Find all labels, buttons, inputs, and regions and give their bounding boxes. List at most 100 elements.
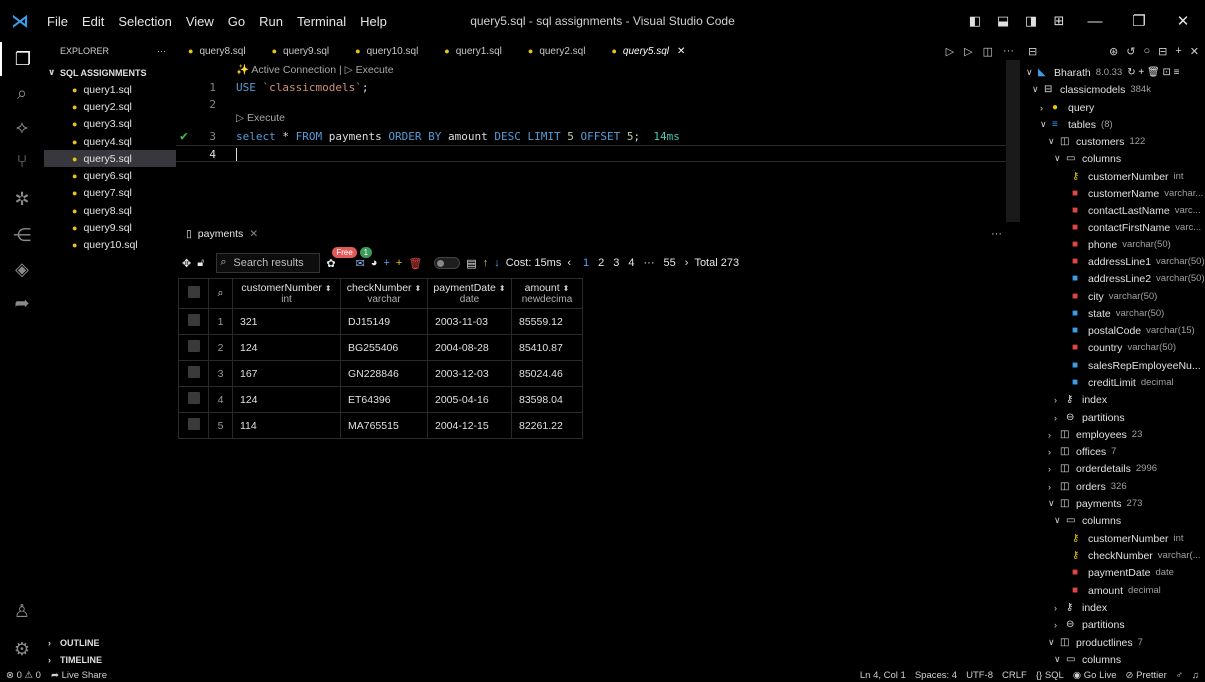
- codelens-active-connection[interactable]: ✨ Active Connection | ▷ Execute: [236, 63, 394, 76]
- menu-file[interactable]: File: [40, 14, 75, 29]
- tab-query10[interactable]: ● query10.sql: [355, 46, 418, 57]
- cell-checknumber[interactable]: GN228846: [340, 360, 428, 387]
- menu-view[interactable]: View: [179, 14, 221, 29]
- add-connection-icon[interactable]: +: [1175, 45, 1181, 58]
- line-ending[interactable]: CRLF: [1002, 670, 1027, 681]
- table-customers[interactable]: ∨ ◫ customers 122: [1048, 133, 1145, 150]
- table-row[interactable]: 5 114 MA765515 2004-12-15 82261.22: [178, 412, 583, 439]
- tab-close-icon[interactable]: ✕: [677, 46, 685, 57]
- row-checkbox-cell[interactable]: [178, 308, 209, 335]
- payments-columns[interactable]: ∨ ▭ columns: [1054, 512, 1121, 529]
- row-checkbox-cell[interactable]: [178, 386, 209, 413]
- checkbox-icon[interactable]: [187, 392, 200, 404]
- row-search-header[interactable]: ⌕: [208, 278, 233, 309]
- tab-query5[interactable]: ● query5.sql ✕: [611, 46, 685, 57]
- select-all-header[interactable]: [178, 278, 209, 309]
- toggle-secondary-sidebar-icon[interactable]: ◨: [1017, 13, 1045, 29]
- connect-icon[interactable]: ⊛: [1109, 45, 1118, 58]
- explorer-more-icon[interactable]: ···: [157, 46, 166, 56]
- cell-customernumber[interactable]: 167: [232, 360, 341, 387]
- cell-paymentdate[interactable]: 2004-12-15: [427, 412, 512, 439]
- column-customernumber[interactable]: ⚷ customerNumber int: [1072, 168, 1184, 185]
- search-icon[interactable]: ⌕: [0, 76, 44, 110]
- table-row[interactable]: 3 167 GN228846 2003-12-03 85024.46: [178, 360, 583, 387]
- checkbox-icon[interactable]: [187, 340, 200, 352]
- more-actions-icon[interactable]: ···: [1003, 45, 1014, 58]
- table-orderdetails[interactable]: › ◫ orderdetails 2996: [1048, 460, 1157, 477]
- page-2[interactable]: 2: [598, 257, 604, 269]
- toggle-sidebar-icon[interactable]: ◧: [961, 13, 989, 29]
- customers-columns[interactable]: ∨ ▭ columns: [1054, 150, 1121, 167]
- outline-section[interactable]: › OUTLINE: [44, 634, 176, 651]
- insert-icon[interactable]: +: [396, 257, 402, 269]
- column-phone[interactable]: ■ phone varchar(50): [1072, 236, 1171, 253]
- notifications-bell-icon[interactable]: ♫: [1192, 670, 1199, 681]
- cell-customernumber[interactable]: 321: [232, 308, 341, 335]
- tree-tables[interactable]: ∨ ≡ tables (8): [1040, 116, 1113, 133]
- table-row[interactable]: 4 124 ET64396 2005-04-16 83598.04: [178, 386, 583, 413]
- column-state[interactable]: ■ state varchar(50): [1072, 305, 1164, 322]
- lock-icon[interactable]: 🔓︎: [197, 257, 204, 270]
- indentation[interactable]: Spaces: 4: [915, 670, 957, 681]
- tab-query8[interactable]: ● query8.sql: [188, 46, 246, 57]
- settings-gear-icon[interactable]: ✿ Free: [326, 246, 357, 270]
- column-contactlastname[interactable]: ■ contactLastName varc...: [1072, 202, 1201, 219]
- payments-column-amount[interactable]: ■ amount decimal: [1072, 582, 1161, 599]
- row-checkbox-cell[interactable]: [178, 334, 209, 361]
- file-query7[interactable]: ● query7.sql: [44, 185, 176, 202]
- menu-help[interactable]: Help: [353, 14, 394, 29]
- payments-index[interactable]: › ⚷ index: [1054, 599, 1107, 616]
- file-query1[interactable]: ● query1.sql: [44, 81, 176, 98]
- payments-column-checknumber[interactable]: ⚷ checkNumber varchar(...: [1072, 547, 1201, 564]
- cell-paymentdate[interactable]: 2003-11-03: [427, 308, 512, 335]
- col-header-paymentdate[interactable]: paymentDate ⬍ date: [427, 278, 512, 309]
- payments-column-paymentdate[interactable]: ■ paymentDate date: [1072, 564, 1174, 581]
- page-ellipsis[interactable]: ···: [644, 257, 655, 269]
- extensions-puzzle-icon[interactable]: ⟡: [0, 110, 44, 144]
- run-icon[interactable]: ▷: [946, 45, 954, 58]
- checkbox-icon[interactable]: [187, 314, 200, 326]
- checkbox-icon[interactable]: [187, 418, 200, 430]
- cell-paymentdate[interactable]: 2005-04-16: [427, 386, 512, 413]
- run-all-icon[interactable]: ▷: [964, 45, 972, 58]
- prev-page-icon[interactable]: ‹: [567, 257, 571, 269]
- customize-layout-icon[interactable]: ⊞: [1045, 13, 1073, 29]
- column-country[interactable]: ■ country varchar(50): [1072, 339, 1176, 356]
- cell-customernumber[interactable]: 124: [232, 386, 341, 413]
- database-layers-icon[interactable]: ◈: [0, 252, 44, 286]
- cell-amount[interactable]: 83598.04: [511, 386, 583, 413]
- encoding[interactable]: UTF-8: [966, 670, 993, 681]
- problems-indicator[interactable]: ⊗ 0 ⚠ 0: [6, 670, 41, 681]
- go-live-status[interactable]: ◉ Go Live: [1073, 670, 1117, 681]
- col-header-checknumber[interactable]: checkNumber ⬍ varchar: [340, 278, 428, 309]
- language-mode[interactable]: {} SQL: [1036, 670, 1064, 681]
- page-1[interactable]: 1: [583, 257, 589, 269]
- page-55[interactable]: 55: [664, 257, 676, 269]
- column-salesrepemployeenumber[interactable]: ■ salesRepEmployeeNu...: [1072, 357, 1201, 374]
- sort-icon[interactable]: ⬍: [563, 284, 570, 293]
- minimize-icon[interactable]: —: [1073, 13, 1117, 30]
- file-query10[interactable]: ● query10.sql: [44, 237, 176, 254]
- column-contactfirstname[interactable]: ■ contactFirstName varc...: [1072, 219, 1201, 236]
- prettier-status[interactable]: ⊘ Prettier: [1126, 670, 1167, 681]
- file-query2[interactable]: ● query2.sql: [44, 98, 176, 115]
- file-query9[interactable]: ● query9.sql: [44, 219, 176, 236]
- checkbox-icon[interactable]: [187, 286, 200, 298]
- results-tab-payments[interactable]: ▯ payments ✕: [186, 228, 258, 240]
- timeline-section[interactable]: › TIMELINE: [44, 651, 176, 668]
- row-checkbox-cell[interactable]: [178, 412, 209, 439]
- delete-icon[interactable]: 🗑︎: [408, 257, 422, 270]
- arrow-down-icon[interactable]: ↓: [494, 257, 500, 269]
- search-results-input[interactable]: ⌕ Search results: [216, 253, 321, 273]
- file-query6[interactable]: ● query6.sql: [44, 167, 176, 184]
- cell-amount[interactable]: 82261.22: [511, 412, 583, 439]
- remote-explorer-icon[interactable]: ⋲: [0, 218, 44, 252]
- live-share-status[interactable]: ➦ Live Share: [51, 670, 107, 681]
- code-editor[interactable]: ✨ Active Connection | ▷ Execute 1 USE `c…: [176, 60, 1006, 222]
- cursor-position[interactable]: Ln 4, Col 1: [860, 670, 906, 681]
- column-addressline1[interactable]: ■ addressLine1 varchar(50): [1072, 253, 1205, 270]
- connection-bharath[interactable]: ∨ ◣ Bharath 8.0.33 ↻ + 🗑︎ ⊡ ≡: [1026, 64, 1179, 81]
- menu-terminal[interactable]: Terminal: [290, 14, 353, 29]
- payments-column-customernumber[interactable]: ⚷ customerNumber int: [1072, 530, 1184, 547]
- table-payments[interactable]: ∨ ◫ payments 273: [1048, 495, 1142, 512]
